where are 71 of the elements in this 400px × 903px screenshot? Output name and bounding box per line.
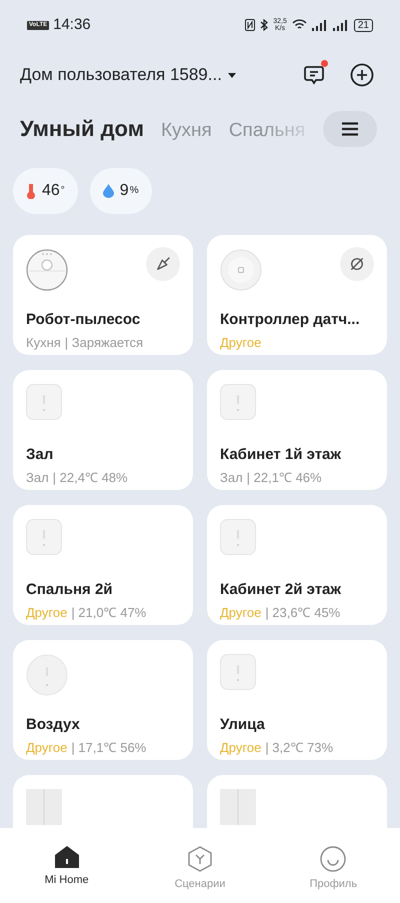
device-card[interactable]: Кабинет 1й этаж Зал | 22,1℃ 46% — [207, 370, 387, 490]
device-room: Другое — [220, 604, 262, 622]
wall-switch-icon — [26, 789, 62, 825]
device-name: Воздух — [26, 715, 81, 735]
device-card[interactable]: Зал Зал | 22,4℃ 48% — [13, 370, 193, 490]
signal-icon — [312, 20, 328, 30]
menu-button[interactable] — [323, 111, 377, 147]
hexagon-icon — [188, 846, 212, 872]
nav-tab[interactable]: Mi Home — [16, 846, 117, 888]
dropdown-caret-icon — [228, 72, 236, 78]
device-card[interactable]: Воздух Другое | 17,1℃ 56% — [13, 640, 193, 760]
home-selector[interactable]: Дом пользователя 1589... — [20, 62, 236, 88]
chip-unit: % — [130, 184, 139, 198]
sensor-device-icon — [26, 384, 62, 420]
device-card[interactable]: Кабинет 2й этаж Другое | 23,6℃ 45% — [207, 505, 387, 625]
device-room: Другое — [26, 738, 68, 757]
sensor-device-icon — [220, 384, 256, 420]
bluetooth-icon — [260, 19, 268, 31]
sensor-device-icon — [220, 519, 256, 555]
device-card[interactable]: Контроллер датч... Другое — [207, 235, 387, 355]
status-time: 14:36 — [53, 14, 91, 35]
home-icon — [54, 846, 79, 868]
sensor-device-icon — [220, 654, 256, 690]
chip-unit: ° — [60, 184, 65, 198]
broom-icon — [154, 255, 172, 273]
nfc-icon — [245, 19, 256, 31]
device-status: | 23,6℃ 45% — [265, 604, 340, 622]
water-drop-icon — [102, 184, 114, 198]
add-button[interactable] — [350, 63, 374, 87]
hub-device-icon — [220, 249, 262, 291]
device-status: | Заряжается — [64, 334, 144, 352]
signal-icon — [332, 20, 349, 30]
chip-value: 46 — [42, 181, 60, 201]
device-name: Улица — [220, 715, 266, 735]
robot-vacuum-icon — [26, 249, 68, 291]
device-room: Кухня — [26, 334, 61, 352]
sensor-device-icon — [26, 654, 68, 696]
device-status: | 3,2℃ 73% — [265, 738, 334, 757]
device-status: | 22,1℃ 46% — [246, 468, 322, 487]
device-card[interactable]: Робот-пылесос Кухня | Заряжается — [13, 235, 193, 355]
device-name: Кабинет 1й этаж — [220, 445, 342, 465]
device-room: Другое — [220, 334, 262, 352]
device-room: Другое — [220, 738, 262, 757]
device-status: | 21,0℃ 47% — [71, 604, 146, 622]
climate-chip[interactable]: 46° — [13, 168, 78, 214]
device-card[interactable]: Улица Другое | 3,2℃ 73% — [207, 640, 387, 760]
menu-icon — [341, 122, 359, 136]
device-name: Спальня 2й — [26, 580, 114, 600]
battery-indicator: 21 — [354, 18, 373, 32]
offline-button[interactable] — [340, 247, 374, 281]
device-card[interactable]: Спальня 2й Другое | 21,0℃ 47% — [13, 505, 193, 625]
device-name: Робот-пылесос — [26, 310, 142, 330]
crossed-circle-icon — [348, 255, 366, 273]
messages-button[interactable] — [302, 63, 326, 87]
device-name: Зал — [26, 445, 54, 465]
device-room: Другое — [26, 604, 68, 622]
device-status: | 22,4℃ 48% — [52, 468, 128, 487]
thermometer-icon — [26, 183, 36, 199]
device-room: Зал — [26, 468, 49, 486]
clean-button[interactable] — [146, 247, 180, 281]
climate-chip[interactable]: 9% — [90, 168, 152, 214]
device-status: | 17,1℃ 56% — [71, 738, 146, 757]
device-name: Кабинет 2й этаж — [220, 580, 342, 600]
wifi-icon — [292, 19, 307, 31]
device-name: Контроллер датч... — [220, 310, 361, 330]
device-room: Зал — [220, 468, 243, 486]
room-tab[interactable]: Умный дом — [20, 112, 144, 146]
chip-value: 9 — [120, 181, 129, 201]
wall-switch-icon — [220, 789, 256, 825]
sensor-device-icon — [26, 519, 62, 555]
smiley-icon — [320, 846, 346, 872]
